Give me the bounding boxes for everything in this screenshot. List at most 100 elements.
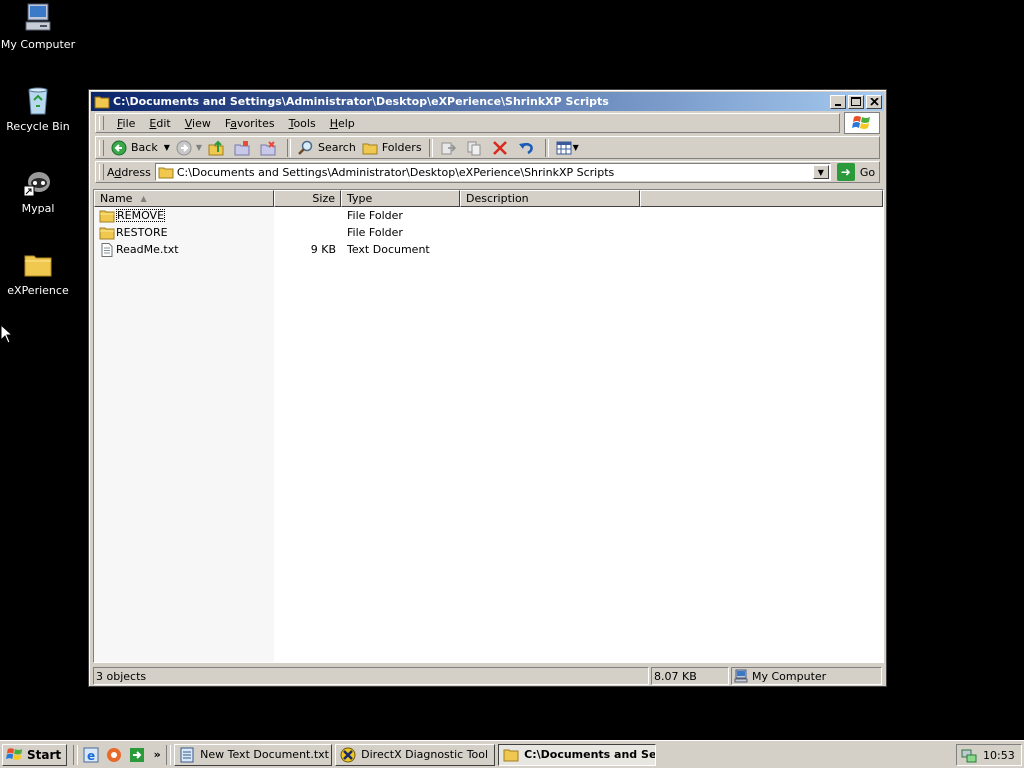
forward-button[interactable]: ▼ — [173, 138, 205, 158]
go-button[interactable]: ➜ Go — [836, 163, 876, 181]
file-name: REMOVE — [116, 209, 166, 222]
copy-to-folder-icon — [260, 140, 276, 155]
quick-launch-overflow-chevron[interactable]: » — [150, 748, 164, 761]
views-button[interactable]: ▼ — [553, 138, 582, 158]
column-header-size[interactable]: Size — [274, 190, 341, 207]
my-computer-icon — [734, 669, 748, 683]
folders-label: Folders — [381, 141, 422, 154]
maximize-button[interactable] — [848, 94, 864, 109]
status-objects-text: 3 objects — [96, 669, 147, 683]
menu-help[interactable]: Help — [323, 117, 362, 130]
explorer-window: C:\Documents and Settings\Administrator\… — [88, 89, 887, 687]
delete-button[interactable] — [489, 138, 515, 158]
minimize-icon — [835, 103, 841, 106]
copy-button[interactable] — [463, 138, 489, 158]
network-tray-icon[interactable] — [961, 747, 977, 763]
desktop-icon-my-computer[interactable]: My Computer — [0, 2, 76, 51]
file-row-remove[interactable]: REMOVE File Folder — [94, 207, 460, 224]
undo-button[interactable] — [515, 138, 541, 158]
desktop-icon-label: Recycle Bin — [6, 120, 70, 133]
chevron-down-icon[interactable]: ▼ — [164, 143, 170, 152]
address-dropdown-button[interactable]: ▼ — [812, 165, 829, 179]
column-header-row: Name ▲ Size Type Description — [94, 190, 883, 207]
menu-edit[interactable]: Edit — [142, 117, 177, 130]
file-name: RESTORE — [116, 226, 168, 239]
move-button[interactable] — [437, 138, 463, 158]
folders-button[interactable]: Folders — [359, 138, 425, 158]
views-icon — [556, 141, 572, 154]
menu-view[interactable]: View — [178, 117, 218, 130]
taskbar-grip[interactable] — [166, 744, 172, 765]
sorted-column-highlight — [94, 207, 274, 662]
column-header-label: Type — [347, 192, 373, 205]
task-label: New Text Document.txt ... — [200, 748, 333, 761]
file-type: File Folder — [347, 209, 403, 222]
address-label-text: dress — [121, 165, 151, 179]
copy-to-button[interactable] — [257, 138, 283, 158]
menu-accel: V — [184, 116, 193, 130]
column-header-type[interactable]: Type — [341, 190, 460, 207]
file-size: 9 KB — [310, 243, 336, 256]
address-input[interactable]: C:\Documents and Settings\Administrator\… — [177, 166, 813, 179]
standard-toolbar: Back ▼ ▼ Search Folders ▼ — [95, 136, 880, 159]
file-list[interactable]: Name ▲ Size Type Description REMOVE File… — [93, 189, 884, 663]
mouse-cursor-icon — [0, 324, 12, 344]
file-row-readme[interactable]: ReadMe.txt 9 KB Text Document — [94, 241, 460, 258]
column-header-description[interactable]: Description — [460, 190, 640, 207]
window-title: C:\Documents and Settings\Administrator\… — [113, 95, 609, 108]
quick-launch-grip[interactable] — [73, 744, 79, 765]
menu-label: dit — [156, 116, 171, 130]
move-to-folder-icon — [234, 140, 250, 155]
quick-launch-desktop[interactable] — [127, 745, 147, 765]
windows-flag-icon — [6, 748, 23, 760]
file-type: File Folder — [347, 226, 403, 239]
menu-favorites[interactable]: Favorites — [218, 117, 282, 130]
close-button[interactable] — [866, 94, 882, 109]
folder-icon — [22, 248, 54, 280]
status-size: 8.07 KB — [651, 667, 729, 685]
move-to-button[interactable] — [231, 138, 257, 158]
quick-launch-ie[interactable]: e — [81, 745, 101, 765]
search-button[interactable]: Search — [295, 138, 359, 158]
chevron-down-icon[interactable]: ▼ — [573, 143, 579, 152]
folder-icon — [94, 96, 110, 108]
desktop-icon-recycle-bin[interactable]: Recycle Bin — [0, 84, 76, 133]
minimize-button[interactable] — [830, 94, 846, 109]
desktop-icon-mypal[interactable]: Mypal — [0, 166, 76, 215]
column-header-filler — [640, 190, 883, 207]
start-label: Start — [27, 747, 62, 762]
menu-label: elp — [337, 116, 355, 130]
start-button[interactable]: Start — [2, 743, 68, 766]
toolbar-grip[interactable] — [99, 164, 104, 180]
menu-file[interactable]: File — [110, 117, 142, 130]
menu-accel: H — [329, 116, 338, 130]
quick-launch-mypal[interactable] — [104, 745, 124, 765]
menu-label: vorites — [236, 116, 275, 130]
task-new-text-document[interactable]: New Text Document.txt ... — [174, 743, 333, 766]
file-row-restore[interactable]: RESTORE File Folder — [94, 224, 460, 241]
text-file-icon — [101, 242, 113, 257]
clock[interactable]: 10:53 — [983, 749, 1015, 762]
column-header-name[interactable]: Name ▲ — [94, 190, 274, 207]
chevron-down-icon[interactable]: ▼ — [196, 143, 202, 152]
system-tray: 10:53 — [956, 744, 1022, 766]
close-icon — [869, 97, 879, 106]
go-label: Go — [859, 165, 876, 179]
toolbar-grip[interactable] — [99, 139, 104, 156]
task-explorer-window[interactable]: C:\Documents and Se... — [498, 743, 657, 766]
back-label: Back — [131, 141, 158, 154]
toolbar-separator — [544, 138, 549, 157]
desktop-icon-label: Mypal — [21, 202, 55, 215]
task-directx-diagnostic[interactable]: DirectX Diagnostic Tool — [335, 743, 496, 766]
title-bar[interactable]: C:\Documents and Settings\Administrator\… — [91, 92, 884, 111]
back-button[interactable]: Back ▼ — [108, 138, 173, 158]
up-folder-button[interactable] — [205, 138, 231, 158]
address-label: Address — [107, 166, 151, 179]
status-zone: My Computer — [731, 667, 882, 685]
desktop-icon-experience[interactable]: eXPerience — [0, 248, 76, 297]
address-combobox[interactable]: C:\Documents and Settings\Administrator\… — [154, 163, 831, 181]
search-icon — [298, 140, 313, 155]
menu-tools[interactable]: Tools — [282, 117, 323, 130]
toolbar-grip[interactable] — [99, 116, 104, 130]
delete-icon — [492, 140, 507, 155]
